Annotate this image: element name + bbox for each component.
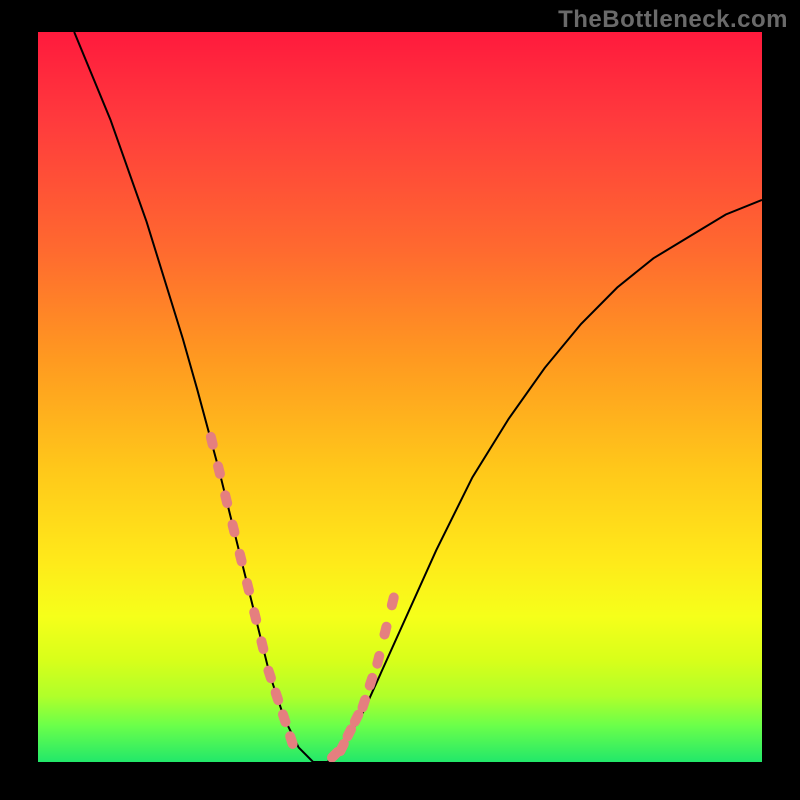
- highlight-dot: [277, 708, 292, 728]
- highlight-dot: [378, 621, 392, 641]
- highlight-dot: [241, 577, 255, 597]
- chart-frame: TheBottleneck.com: [0, 0, 800, 800]
- bottleneck-curve-path: [74, 32, 762, 762]
- watermark-text: TheBottleneck.com: [558, 6, 788, 34]
- highlight-dots-left: [205, 431, 299, 750]
- highlight-dot: [212, 460, 226, 480]
- highlight-dots-right: [325, 591, 400, 762]
- highlight-dot: [219, 489, 233, 509]
- highlight-dot: [269, 686, 284, 706]
- highlight-dot: [248, 606, 262, 626]
- highlight-dot: [205, 431, 219, 451]
- highlight-dot: [255, 635, 269, 655]
- highlight-dot: [234, 548, 248, 568]
- main-curve: [74, 32, 762, 762]
- highlight-dot: [226, 518, 240, 538]
- highlight-dot: [386, 591, 400, 611]
- curve-svg: [38, 32, 762, 762]
- plot-area: [38, 32, 762, 762]
- highlight-dot: [262, 664, 277, 684]
- highlight-dot: [284, 730, 299, 750]
